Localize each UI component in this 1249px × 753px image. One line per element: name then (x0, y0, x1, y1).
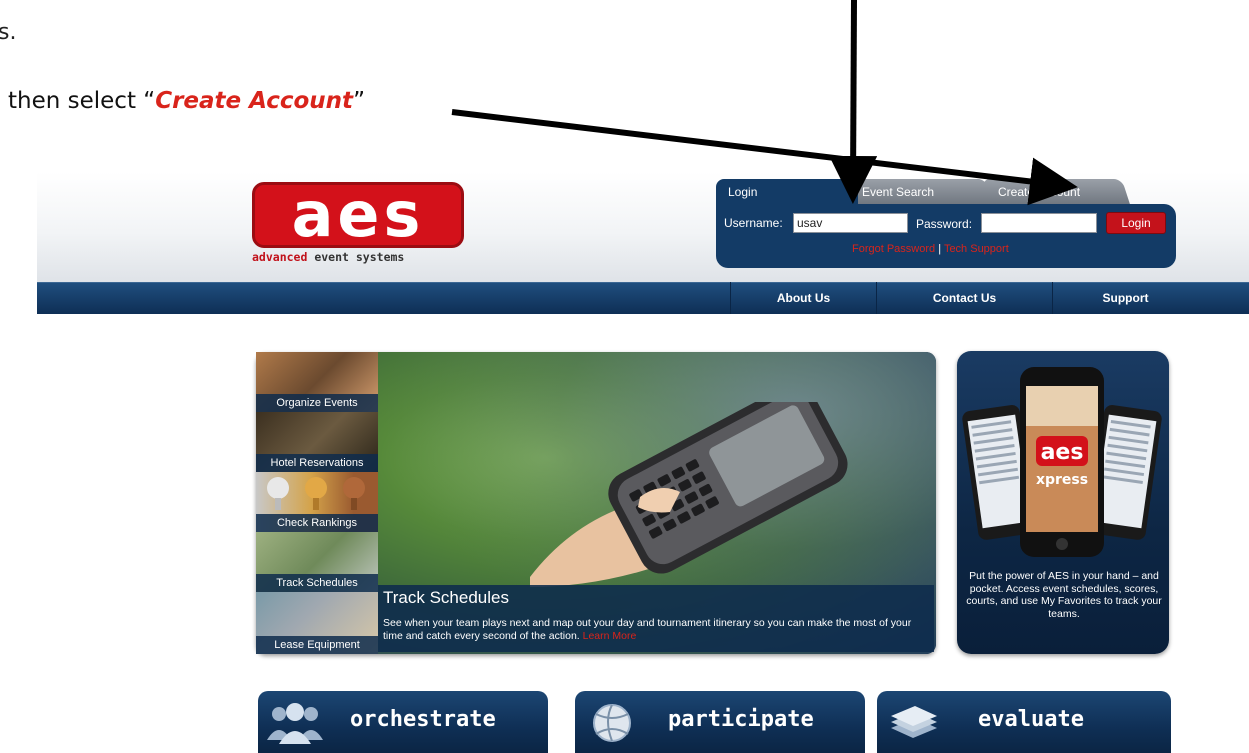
tile-label: Check Rankings (256, 514, 378, 532)
hero-phone-illustration (530, 402, 848, 587)
aes-logo[interactable]: aes advanced event systems (252, 182, 467, 268)
tagline-event-systems: event systems (314, 250, 405, 264)
tab-event-search[interactable]: Event Search (845, 179, 995, 205)
hero-description-text: See when your team plays next and map ou… (383, 617, 912, 642)
arrow-to-event-search (829, 0, 878, 204)
aes-xpress-phones-image: aes xpress (962, 367, 1162, 557)
tile-lease-equipment[interactable]: Lease Equipment (256, 592, 378, 654)
nav-support[interactable]: Support (1052, 282, 1198, 314)
tab-create-account[interactable]: Create Account (981, 179, 1131, 205)
nav-contact-us[interactable]: Contact Us (876, 282, 1052, 314)
tile-hotel-reservations[interactable]: Hotel Reservations (256, 412, 378, 472)
tab-login-label: Login (728, 185, 758, 199)
app-logo-xpress: xpress (1036, 472, 1088, 488)
tab-event-search-label: Event Search (862, 185, 935, 199)
tile-label: Track Schedules (256, 574, 378, 592)
annotation-highlight: Create Account (155, 88, 354, 114)
tile-label: Lease Equipment (256, 636, 378, 654)
hero-description: See when your team plays next and map ou… (383, 617, 928, 643)
people-icon (267, 703, 323, 744)
volleyball-icon (593, 704, 631, 742)
tagline-advanced: advanced (252, 250, 308, 264)
password-field[interactable] (981, 213, 1097, 233)
tab-create-account-label: Create Account (998, 185, 1081, 199)
login-button[interactable]: Login (1106, 212, 1166, 234)
forgot-password-link[interactable]: Forgot Password (852, 243, 935, 255)
annotation-prefix: then select “ (8, 88, 156, 114)
app-promo-text: Put the power of AES in your hand – and … (966, 570, 1162, 620)
username-field[interactable]: usav (793, 213, 908, 233)
login-tabs: Create Account Event Search Login (716, 179, 1136, 205)
tile-label: Organize Events (256, 394, 378, 412)
logo-tagline: advanced event systems (252, 250, 467, 264)
orchestrate-label: orchestrate (350, 707, 496, 732)
side-tiles: Organize Events Hotel Reservations Check… (256, 352, 378, 654)
tile-label: Hotel Reservations (256, 454, 378, 472)
help-links: Forgot Password | Tech Support (852, 243, 1009, 255)
stack-icon (891, 706, 937, 738)
annotation-fragment: s. (0, 20, 17, 45)
link-separator: | (938, 243, 942, 255)
password-label: Password: (916, 217, 973, 231)
app-logo-aes: aes (1041, 440, 1084, 465)
tile-check-rankings[interactable]: Check Rankings (256, 472, 378, 532)
annotation-suffix: ” (353, 88, 365, 114)
tech-support-link[interactable]: Tech Support (944, 243, 1009, 255)
hero-title: Track Schedules (383, 588, 509, 607)
trophies-icon (267, 477, 365, 510)
annotation-instruction: then select “Create Account” (8, 88, 365, 114)
participate-label: participate (668, 707, 814, 732)
tile-track-schedules[interactable]: Track Schedules (256, 532, 378, 592)
tab-login[interactable]: Login (716, 179, 858, 205)
learn-more-link[interactable]: Learn More (583, 630, 637, 642)
tile-organize-events[interactable]: Organize Events (256, 352, 378, 412)
username-label: Username: (724, 216, 783, 230)
logo-wordmark: aes (252, 182, 464, 248)
nav-about-us[interactable]: About Us (730, 282, 876, 314)
evaluate-label: evaluate (978, 707, 1084, 732)
